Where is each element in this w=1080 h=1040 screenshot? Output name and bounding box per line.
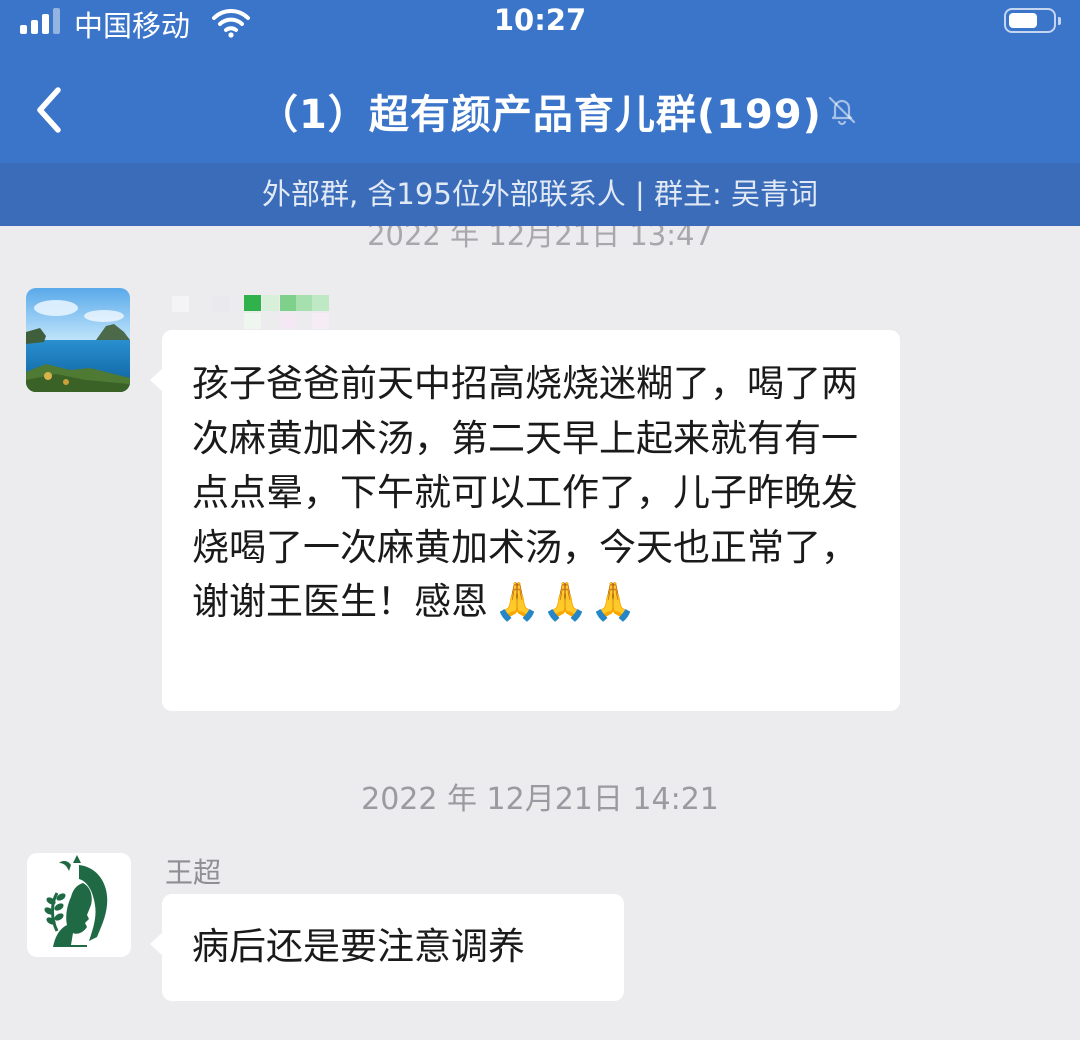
avatar[interactable] [26,288,130,392]
message-bubble[interactable]: 病后还是要注意调养 [150,894,624,1001]
clock: 10:27 [493,3,587,37]
group-info-bar[interactable]: 外部群, 含195位外部联系人 | 群主: 吴青词 [0,163,1080,226]
pray-emoji: 🙏🙏🙏 [494,580,639,623]
chat-title: （1）超有颜产品育儿群(199) [258,92,822,138]
message-bubble[interactable]: 孩子爸爸前天中招高烧烧迷糊了，喝了两次麻黄加术汤，第二天早上起来就有有一点点晕，… [150,330,900,711]
nav-bar: （1）超有颜产品育儿群(199) [0,60,1080,160]
avatar[interactable] [27,853,131,957]
sender-name: 王超 [165,856,222,889]
mute-bell-icon [828,96,856,126]
status-bar: 中国移动 10:27 [0,0,1080,46]
battery-icon [1004,8,1061,33]
message-text: 病后还是要注意调养 [192,925,525,968]
sender-name-blurred [172,293,372,331]
landscape-avatar-image [26,288,130,392]
timestamp: 2022 年 12月21日 14:21 [361,782,719,817]
header: 中国移动 10:27 （1）超有颜产品育儿群(199) [0,0,1080,163]
green-lady-logo-icon [44,855,108,947]
